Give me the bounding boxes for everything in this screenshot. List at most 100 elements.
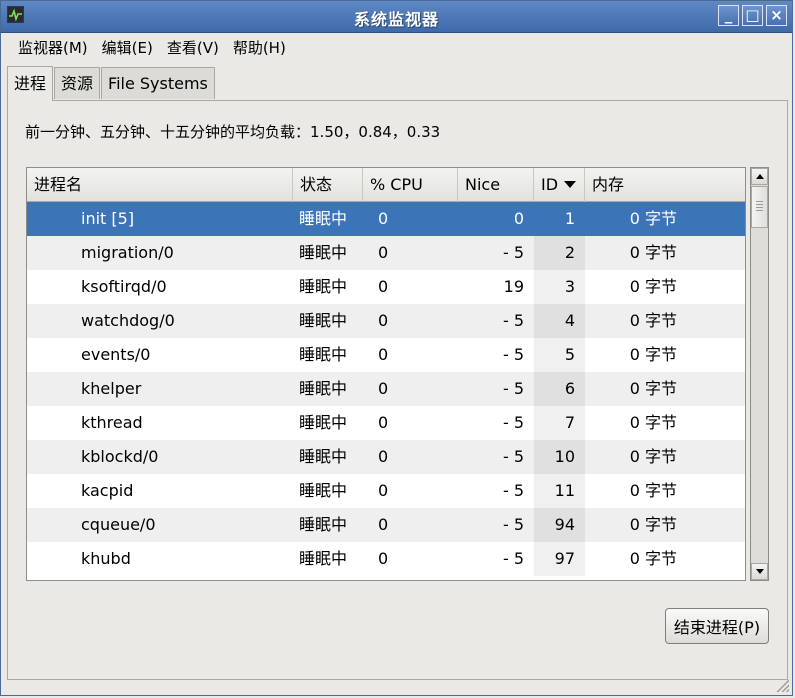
close-button[interactable]: × <box>766 5 787 26</box>
table-row[interactable]: kthread 睡眠中 0 - 5 7 0 字节 <box>27 406 745 440</box>
id-cell: 94 <box>534 508 585 542</box>
cpu-cell: 0 <box>378 311 389 330</box>
id-cell: 3 <box>534 270 585 304</box>
maximize-icon: □ <box>745 6 760 24</box>
menu-view[interactable]: 查看(V) <box>160 34 226 61</box>
tab-resources[interactable]: 资源 <box>54 67 101 99</box>
column-header-label: ID <box>541 175 559 194</box>
scroll-down-button[interactable] <box>751 563 768 580</box>
nice-cell: - 5 <box>502 345 524 364</box>
nice-cell: - 5 <box>502 549 524 568</box>
tab-file-systems[interactable]: File Systems <box>101 67 215 99</box>
table-row[interactable]: cqueue/0 睡眠中 0 - 5 94 0 字节 <box>27 508 745 542</box>
nice-cell: - 5 <box>502 413 524 432</box>
column-header-memory[interactable]: 内存 <box>585 168 745 202</box>
table-row[interactable]: migration/0 睡眠中 0 - 5 2 0 字节 <box>27 236 745 270</box>
vertical-scrollbar[interactable] <box>750 167 769 581</box>
state-cell: 睡眠中 <box>299 549 348 568</box>
table-row[interactable]: init [5] 睡眠中 0 0 1 0 字节 <box>27 202 745 236</box>
table-header: 进程名 状态 % CPU Nice ID 内存 <box>27 168 745 202</box>
column-header-nice[interactable]: Nice <box>458 168 534 202</box>
maximize-button[interactable]: □ <box>742 5 763 26</box>
column-header-process-name[interactable]: 进程名 <box>27 168 293 202</box>
memory-cell: 0 字节 <box>629 549 677 568</box>
process-name-cell: init [5] <box>81 209 135 228</box>
id-cell: 7 <box>534 406 585 440</box>
table-row[interactable]: khelper 睡眠中 0 - 5 6 0 字节 <box>27 372 745 406</box>
column-header-label: 状态 <box>300 175 333 194</box>
table-row[interactable]: ksoftirqd/0 睡眠中 0 19 3 0 字节 <box>27 270 745 304</box>
grip-icon <box>756 201 763 211</box>
process-name-cell: kthread <box>81 413 143 432</box>
close-icon: × <box>770 6 783 24</box>
memory-cell: 0 字节 <box>629 481 677 500</box>
table-row[interactable]: watchdog/0 睡眠中 0 - 5 4 0 字节 <box>27 304 745 338</box>
column-header-label: Nice <box>465 175 501 194</box>
table-row[interactable]: events/0 睡眠中 0 - 5 5 0 字节 <box>27 338 745 372</box>
scroll-up-button[interactable] <box>751 168 768 185</box>
id-cell: 10 <box>534 440 585 474</box>
id-cell: 11 <box>534 474 585 508</box>
column-header-label: 进程名 <box>34 175 83 194</box>
column-header-id[interactable]: ID <box>534 168 585 202</box>
cpu-cell: 0 <box>378 549 389 568</box>
nice-cell: - 5 <box>502 481 524 500</box>
menu-edit[interactable]: 编辑(E) <box>95 34 160 61</box>
column-header-cpu[interactable]: % CPU <box>363 168 458 202</box>
arrow-down-icon <box>755 569 764 574</box>
table-row[interactable]: kblockd/0 睡眠中 0 - 5 10 0 字节 <box>27 440 745 474</box>
id-cell: 1 <box>564 209 575 228</box>
tab-processes[interactable]: 进程 <box>7 66 54 101</box>
nice-cell: - 5 <box>502 311 524 330</box>
memory-cell: 0 字节 <box>629 413 677 432</box>
state-cell: 睡眠中 <box>299 345 348 364</box>
memory-cell: 0 字节 <box>629 209 677 228</box>
process-table: 进程名 状态 % CPU Nice ID 内存 init [5] 睡眠中 0 0 1 0 … <box>26 167 746 581</box>
state-cell: 睡眠中 <box>299 311 348 330</box>
cpu-cell: 0 <box>378 447 389 466</box>
memory-cell: 0 字节 <box>629 379 677 398</box>
process-name-cell: watchdog/0 <box>81 311 175 330</box>
cpu-cell: 0 <box>378 345 389 364</box>
system-monitor-window: 系统监视器 _ □ × 监视器(M) 编辑(E) 查看(V) 帮助(H) 进程 … <box>0 0 793 696</box>
nice-cell: 19 <box>503 277 524 296</box>
resize-grip-icon[interactable] <box>775 678 789 692</box>
cpu-cell: 0 <box>378 481 389 500</box>
nice-cell: - 5 <box>502 447 524 466</box>
cpu-cell: 0 <box>378 277 389 296</box>
state-cell: 睡眠中 <box>299 243 348 262</box>
menu-help[interactable]: 帮助(H) <box>226 34 293 61</box>
tab-strip: 进程 资源 File Systems <box>7 66 216 101</box>
table-body: init [5] 睡眠中 0 0 1 0 字节 migration/0 睡眠中 0 - 5 2 0 字… <box>27 202 745 576</box>
state-cell: 睡眠中 <box>299 379 348 398</box>
nice-cell: - 5 <box>502 379 524 398</box>
state-cell: 睡眠中 <box>299 277 348 296</box>
state-cell: 睡眠中 <box>299 209 348 228</box>
memory-cell: 0 字节 <box>629 277 677 296</box>
table-row[interactable]: khubd 睡眠中 0 - 5 97 0 字节 <box>27 542 745 576</box>
end-process-button[interactable]: 结束进程(P) <box>665 608 769 644</box>
state-cell: 睡眠中 <box>299 515 348 534</box>
column-header-state[interactable]: 状态 <box>293 168 363 202</box>
load-average-label: 前一分钟、五分钟、十五分钟的平均负载：1.50，0.84，0.33 <box>25 123 441 141</box>
scrollbar-thumb[interactable] <box>751 186 768 228</box>
process-name-cell: events/0 <box>81 345 151 364</box>
state-cell: 睡眠中 <box>299 447 348 466</box>
cpu-cell: 0 <box>378 243 389 262</box>
minimize-button[interactable]: _ <box>718 5 739 26</box>
title-bar[interactable]: 系统监视器 _ □ × <box>1 1 792 33</box>
id-cell: 6 <box>534 372 585 406</box>
id-cell: 5 <box>534 338 585 372</box>
memory-cell: 0 字节 <box>629 243 677 262</box>
minimize-icon: _ <box>724 6 733 24</box>
cpu-cell: 0 <box>378 413 389 432</box>
window-controls: _ □ × <box>718 5 787 26</box>
menu-monitor[interactable]: 监视器(M) <box>11 34 95 61</box>
processes-panel: 前一分钟、五分钟、十五分钟的平均负载：1.50，0.84，0.33 进程名 状态… <box>7 100 788 680</box>
state-cell: 睡眠中 <box>299 413 348 432</box>
memory-cell: 0 字节 <box>629 311 677 330</box>
memory-cell: 0 字节 <box>629 345 677 364</box>
nice-cell: - 5 <box>502 243 524 262</box>
table-row[interactable]: kacpid 睡眠中 0 - 5 11 0 字节 <box>27 474 745 508</box>
memory-cell: 0 字节 <box>629 447 677 466</box>
